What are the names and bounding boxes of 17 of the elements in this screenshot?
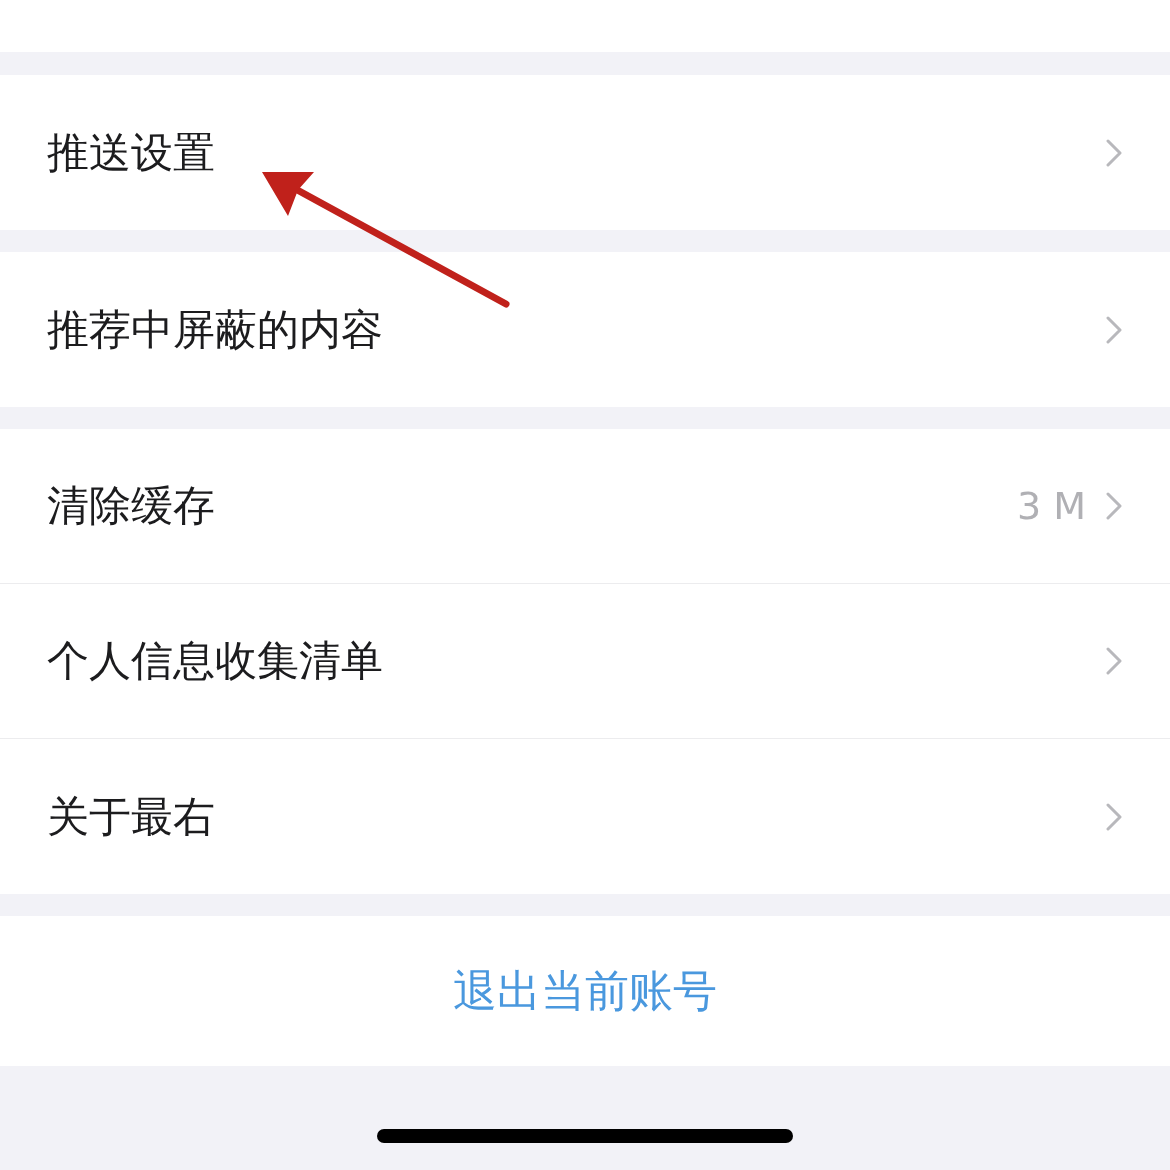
settings-row[interactable]: 推送设置 (0, 75, 1170, 230)
chevron-icon (1106, 647, 1122, 675)
row-label: 关于最右 (47, 790, 216, 843)
chevron-icon (1106, 802, 1122, 831)
settings-row[interactable]: 关于最右 (0, 739, 1170, 894)
settings-row[interactable]: 个人信息收集清单 (0, 584, 1170, 739)
settings-row[interactable]: 推荐中屏蔽的内容 (0, 252, 1170, 407)
chevron-icon (1106, 492, 1122, 520)
row-label: 推送设置 (47, 126, 216, 179)
chevron-icon (1106, 315, 1122, 344)
row-label: 推荐中屏蔽的内容 (47, 303, 384, 356)
row-value: 3 M (1016, 484, 1086, 528)
row-label: 个人信息收集清单 (47, 635, 384, 687)
home-indicator[interactable] (377, 1129, 793, 1143)
row-label: 清除缓存 (47, 480, 216, 532)
chevron-icon (1106, 138, 1122, 167)
settings-row[interactable]: 清除缓存 3 M (0, 429, 1170, 584)
